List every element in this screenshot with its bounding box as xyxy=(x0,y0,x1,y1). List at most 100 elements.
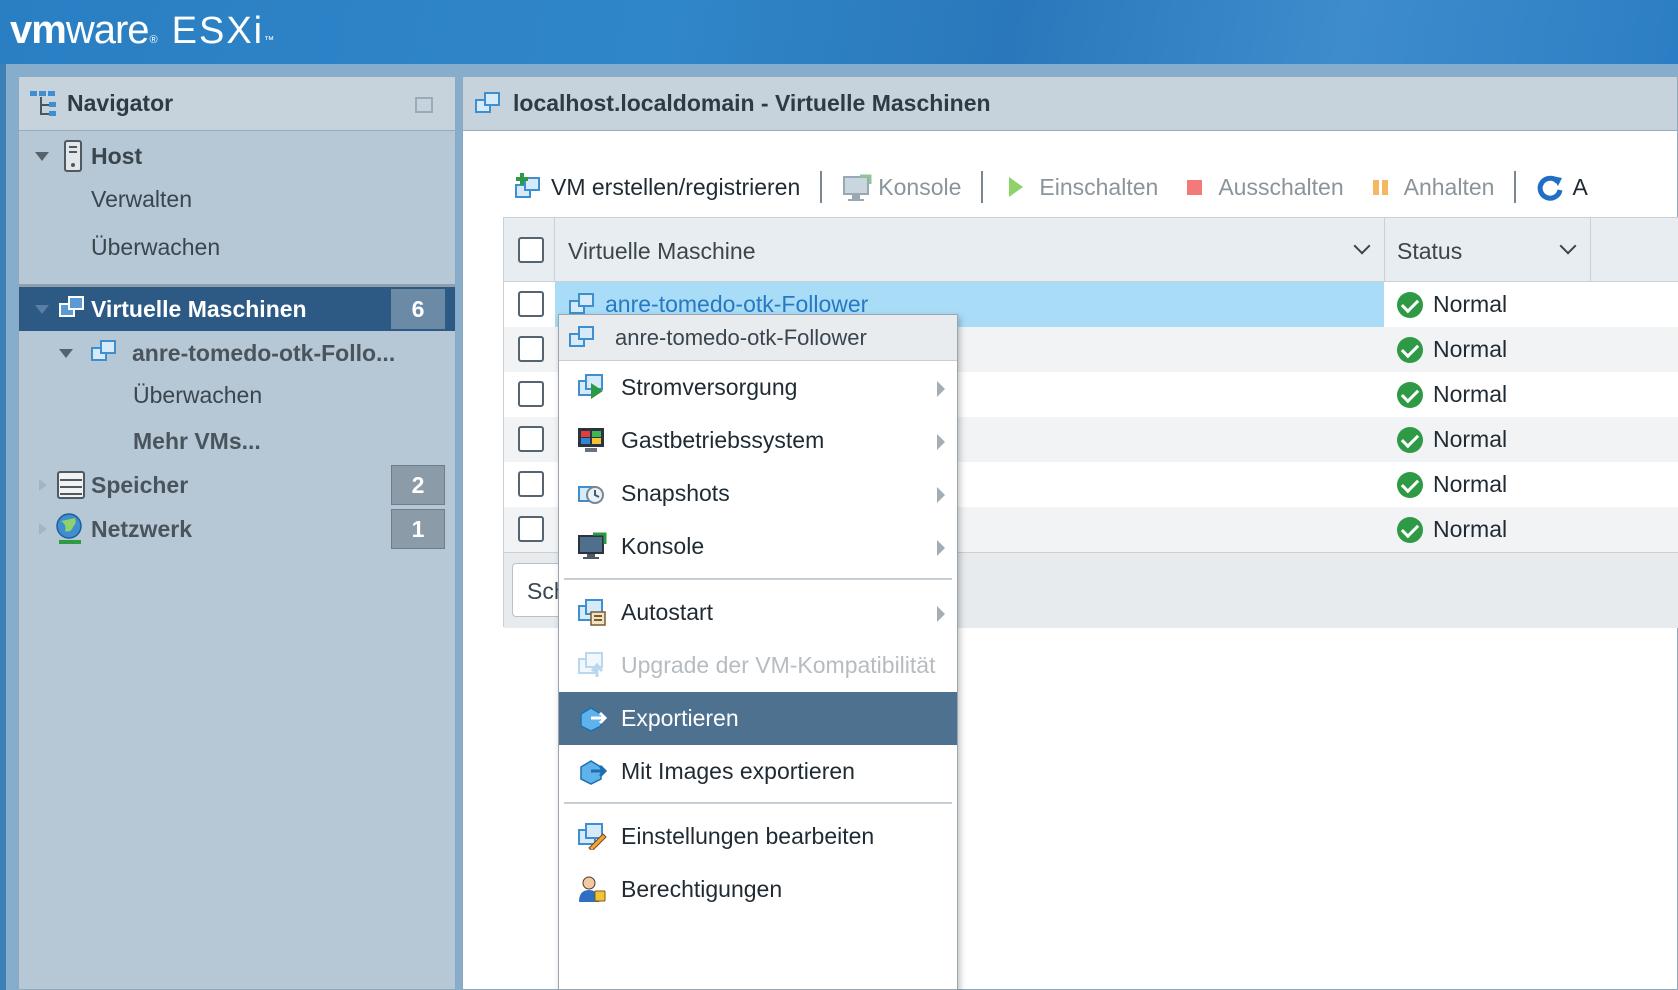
autostart-icon xyxy=(577,598,607,626)
chevron-down-icon[interactable] xyxy=(35,152,49,161)
select-all-checkbox[interactable] xyxy=(518,237,544,263)
nav-item-host-manage[interactable]: Verwalten xyxy=(19,177,455,221)
storage-count-badge: 2 xyxy=(391,465,445,505)
host-server-icon xyxy=(63,140,83,178)
menu-item-guest-os-label: Gastbetriebssystem xyxy=(621,427,825,453)
vm-status: Normal xyxy=(1397,336,1507,363)
row-checkbox[interactable] xyxy=(518,381,544,407)
nav-item-network[interactable]: Netzwerk 1 xyxy=(19,507,455,551)
chevron-down-icon[interactable] xyxy=(1559,237,1577,255)
collapse-navigator-button[interactable] xyxy=(415,97,433,113)
vm-status-label: Normal xyxy=(1433,291,1508,317)
menu-item-console-label: Konsole xyxy=(621,533,705,559)
menu-item-guest-os[interactable]: Gastbetriebssystem xyxy=(559,414,957,467)
export-icon xyxy=(577,704,608,732)
toolbar-separator xyxy=(820,171,823,203)
column-divider xyxy=(554,218,555,282)
menu-item-export-with-images[interactable]: Mit Images exportieren xyxy=(559,745,957,798)
network-globe-icon xyxy=(55,513,85,551)
logo-product: ESXi xyxy=(171,10,265,52)
console-icon xyxy=(577,532,607,560)
menu-item-edit-settings[interactable]: Einstellungen bearbeiten xyxy=(559,810,957,863)
virtual-machines-icon xyxy=(475,91,503,117)
nav-item-host-manage-label: Verwalten xyxy=(91,185,193,212)
menu-item-upgrade-compatibility-label: Upgrade der VM-Kompatibilität xyxy=(621,652,936,678)
logo-registered: ® xyxy=(149,34,158,46)
row-checkbox[interactable] xyxy=(518,336,544,362)
page-title: localhost.localdomain - Virtuelle Maschi… xyxy=(513,90,991,116)
status-ok-icon xyxy=(1397,381,1423,408)
chevron-right-icon[interactable] xyxy=(39,523,47,535)
row-checkbox[interactable] xyxy=(518,291,544,317)
nav-item-host[interactable]: Host xyxy=(19,134,455,178)
navigator-title: Navigator xyxy=(67,90,174,116)
logo-ware: ware xyxy=(65,8,150,52)
power-on-button[interactable]: Einschalten xyxy=(991,174,1170,201)
row-checkbox[interactable] xyxy=(518,516,544,542)
power-off-button[interactable]: Ausschalten xyxy=(1170,174,1355,201)
menu-item-power[interactable]: Stromversorgung xyxy=(559,361,957,414)
nav-item-virtual-machines[interactable]: Virtuelle Maschinen 6 xyxy=(19,287,455,331)
suspend-button[interactable]: Anhalten xyxy=(1356,174,1507,201)
add-vm-icon xyxy=(515,173,543,200)
console-button[interactable]: Konsole xyxy=(830,174,973,201)
menu-item-export[interactable]: Exportieren xyxy=(559,692,957,745)
vm-status-label: Normal xyxy=(1433,471,1508,497)
navigator-panel: Navigator Host Verwalten Überwachen Virt… xyxy=(18,76,456,990)
power-icon xyxy=(577,373,607,401)
vm-count-badge: 6 xyxy=(391,289,445,329)
nav-item-more-vms[interactable]: Mehr VMs... xyxy=(19,419,455,463)
navigator-icon xyxy=(29,89,59,119)
context-menu-title: anre-tomedo-otk-Follower xyxy=(615,324,867,350)
menu-item-power-label: Stromversorgung xyxy=(621,374,798,400)
nav-item-storage-label: Speicher xyxy=(91,471,189,498)
vm-toolbar: VM erstellen/registrieren Konsole Einsch… xyxy=(503,165,1600,209)
submenu-arrow-icon xyxy=(937,540,945,556)
nav-item-vm-node-label: anre-tomedo-otk-Follo... xyxy=(132,339,396,366)
status-ok-icon xyxy=(1397,291,1423,318)
logo-vm: vm xyxy=(10,8,67,52)
menu-item-permissions[interactable]: Berechtigungen xyxy=(559,863,957,916)
status-ok-icon xyxy=(1397,516,1423,543)
status-ok-icon xyxy=(1397,471,1423,498)
chevron-down-icon[interactable] xyxy=(35,305,49,314)
power-on-label: Einschalten xyxy=(1039,173,1159,200)
pause-icon xyxy=(1368,174,1396,200)
refresh-label: A xyxy=(1572,173,1588,200)
nav-item-vm-monitor[interactable]: Überwachen xyxy=(19,373,455,417)
stop-icon xyxy=(1182,174,1210,200)
menu-item-autostart-label: Autostart xyxy=(621,599,714,625)
chevron-right-icon[interactable] xyxy=(39,479,47,491)
navigator-header: Navigator xyxy=(19,77,455,131)
chevron-down-icon[interactable] xyxy=(1353,237,1371,255)
export-with-images-icon xyxy=(577,757,608,785)
chevron-down-icon[interactable] xyxy=(59,349,73,358)
menu-item-edit-settings-label: Einstellungen bearbeiten xyxy=(621,823,875,849)
row-checkbox[interactable] xyxy=(518,471,544,497)
refresh-button[interactable]: A xyxy=(1524,174,1599,201)
menu-item-console[interactable]: Konsole xyxy=(559,520,957,573)
nav-item-storage[interactable]: Speicher 2 xyxy=(19,463,455,507)
edit-settings-icon xyxy=(577,822,607,852)
menu-item-autostart[interactable]: Autostart xyxy=(559,586,957,639)
context-menu-header: anre-tomedo-otk-Follower xyxy=(559,315,957,361)
column-header-vm[interactable]: Virtuelle Maschine xyxy=(568,238,756,265)
nav-item-host-monitor[interactable]: Überwachen xyxy=(19,225,455,269)
play-icon xyxy=(1003,174,1031,200)
vm-status-label: Normal xyxy=(1433,516,1508,542)
nav-item-host-label: Host xyxy=(91,142,143,169)
column-header-status[interactable]: Status xyxy=(1397,238,1462,265)
menu-item-snapshots-label: Snapshots xyxy=(621,480,730,506)
vm-status-label: Normal xyxy=(1433,336,1508,362)
status-ok-icon xyxy=(1397,336,1423,363)
permissions-user-icon xyxy=(577,875,607,903)
create-register-vm-button[interactable]: VM erstellen/registrieren xyxy=(503,173,812,201)
submenu-arrow-icon xyxy=(937,434,945,450)
row-checkbox[interactable] xyxy=(518,426,544,452)
menu-item-upgrade-compatibility[interactable]: Upgrade der VM-Kompatibilität xyxy=(559,639,957,692)
nav-item-vm-node[interactable]: anre-tomedo-otk-Follo... xyxy=(19,331,455,375)
menu-item-permissions-label: Berechtigungen xyxy=(621,876,783,902)
console-icon xyxy=(842,174,872,201)
submenu-arrow-icon xyxy=(937,487,945,503)
menu-item-snapshots[interactable]: Snapshots xyxy=(559,467,957,520)
